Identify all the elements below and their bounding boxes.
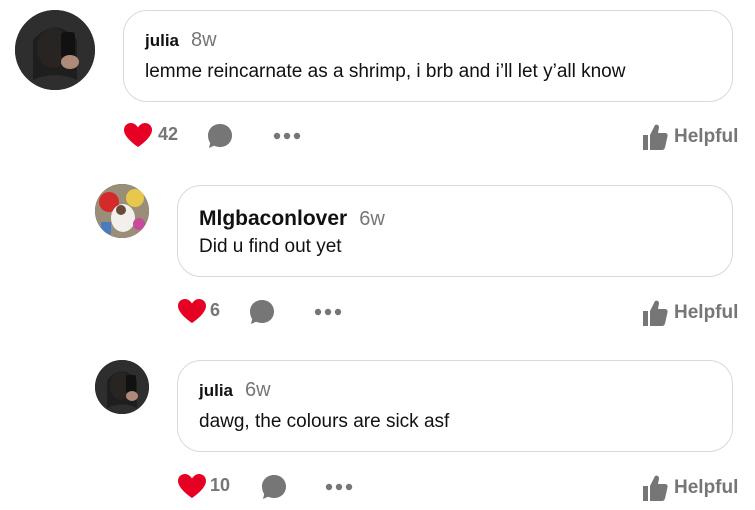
thumbs-up-icon [643,475,668,501]
comment-text: dawg, the colours are sick asf [199,411,450,432]
comment-bubble: julia 8w lemme reincarnate as a shrimp, … [123,10,733,102]
helpful-button[interactable]: Helpful [642,473,738,503]
commenter-avatar[interactable] [15,10,95,90]
comment-text: lemme reincarnate as a shrimp, i brb and… [145,61,626,82]
comment-actions: 10 Helpful [177,473,743,503]
like-count: 10 [210,475,231,495]
username[interactable]: Mlgbaconlover [199,207,347,231]
timestamp: 8w [191,29,217,51]
helpful-button[interactable]: Helpful [642,298,738,328]
heart-icon[interactable] [177,298,207,324]
comment-actions: 42 Helpful [123,122,743,152]
like-count: 6 [210,300,221,320]
timestamp: 6w [245,379,271,401]
more-options-icon[interactable] [325,482,353,492]
more-options-icon[interactable] [273,131,301,141]
more-options-icon[interactable] [314,307,342,317]
reply-icon[interactable] [248,298,276,326]
comment-bubble: julia 6w dawg, the colours are sick asf [177,360,733,452]
helpful-label: Helpful [674,302,739,323]
comment-header: julia 6w [199,379,271,402]
timestamp: 6w [359,208,385,230]
reply-icon[interactable] [260,473,288,501]
comment-header: Mlgbaconlover 6w [199,207,385,231]
colorful-avatar-image [95,184,149,238]
username[interactable]: julia [145,31,179,51]
commenter-avatar[interactable] [95,360,149,414]
helpful-button[interactable]: Helpful [642,122,738,152]
dark-selfie-avatar-image [95,360,149,414]
thumbs-up-icon [643,124,668,150]
reply-icon[interactable] [206,122,234,150]
heart-icon[interactable] [177,473,207,499]
username[interactable]: julia [199,381,233,401]
like-count: 42 [158,124,179,144]
comment-text: Did u find out yet [199,236,342,257]
comment-header: julia 8w [145,29,217,52]
helpful-label: Helpful [674,126,739,147]
comment-bubble: Mlgbaconlover 6w Did u find out yet [177,185,733,277]
dark-selfie-avatar-image [15,10,95,90]
comment-actions: 6 Helpful [177,298,743,328]
heart-icon[interactable] [123,122,153,148]
thumbs-up-icon [643,300,668,326]
commenter-avatar[interactable] [95,184,149,238]
helpful-label: Helpful [674,477,739,498]
